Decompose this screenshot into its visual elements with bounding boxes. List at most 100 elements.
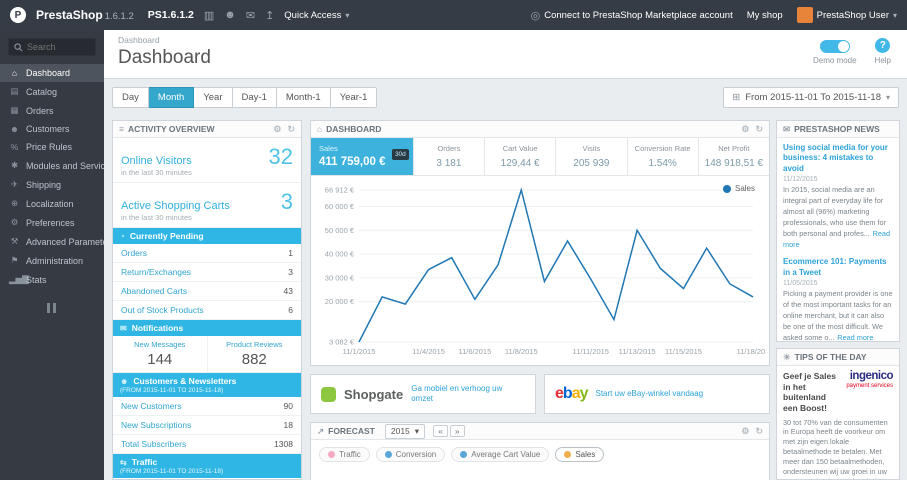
kpi-net-profit[interactable]: Net Profit 148 918,51 € (699, 138, 769, 175)
sidebar-item-advanced-parameters[interactable]: ⚒ Advanced Parameters (0, 232, 104, 251)
row-link[interactable]: New Customers (121, 401, 181, 411)
messages-icon[interactable]: ✉ (246, 9, 255, 22)
ebay-promo-link[interactable]: Start uw eBay-winkel vandaag (596, 389, 704, 399)
marketplace-connect-link[interactable]: ◎ Connect to PrestaShop Marketplace acco… (531, 9, 733, 22)
shop-name[interactable]: PS1.6.1.2 (148, 9, 194, 21)
news-article: Ecommerce 101: Payments in a Tweet 11/05… (777, 252, 899, 341)
marketplace-connect-label: Connect to PrestaShop Marketplace accoun… (544, 9, 733, 21)
sidebar-item-customers[interactable]: ☻ Customers (0, 120, 104, 138)
article-title-link[interactable]: Ecommerce 101: Payments in a Tweet (783, 257, 893, 278)
sidebar-item-label: Shipping (26, 179, 62, 190)
sidebar-item-localization[interactable]: ⊕ Localization (0, 194, 104, 213)
read-more-link[interactable]: Read more (837, 333, 873, 341)
sidebar-item-shipping[interactable]: ✈ Shipping (0, 175, 104, 194)
refresh-icon[interactable]: ↻ (287, 124, 295, 135)
refresh-icon[interactable]: ↻ (755, 124, 763, 135)
refresh-icon[interactable]: ↻ (755, 426, 763, 437)
gear-icon[interactable]: ⚙ (273, 124, 281, 135)
sidebar-item-catalog[interactable]: ▤ Catalog (0, 82, 104, 101)
customer-icon[interactable]: ☻ (224, 9, 236, 21)
range-day-button[interactable]: Day (112, 86, 149, 108)
collapse-sidebar-icon[interactable] (46, 303, 58, 313)
range-day-1-button[interactable]: Day-1 (232, 86, 277, 108)
kpi-visits[interactable]: Visits 205 939 (556, 138, 628, 175)
sidebar-item-preferences[interactable]: ⚙ Preferences (0, 213, 104, 232)
legend-sales-button[interactable]: Sales (555, 447, 605, 462)
row-link[interactable]: Abandoned Carts (121, 286, 187, 296)
svg-text:11/8/2015: 11/8/2015 (505, 347, 538, 356)
svg-text:11/4/2015: 11/4/2015 (412, 347, 445, 356)
active-carts-link[interactable]: Active Shopping Carts (121, 200, 230, 212)
sidebar-item-dashboard[interactable]: ⌂ Dashboard (0, 64, 104, 82)
sidebar-item-price-rules[interactable]: % Price Rules (0, 138, 104, 156)
article-title-link[interactable]: Using social media for your business: 4 … (783, 143, 893, 174)
kpi-sales[interactable]: Sales 411 759,00 € 30d (311, 138, 414, 175)
new-messages-cell[interactable]: New Messages 144 (113, 336, 207, 372)
cart-icon[interactable]: ▥ (204, 9, 214, 22)
gear-icon[interactable]: ⚙ (741, 426, 749, 437)
breadcrumb[interactable]: Dashboard (118, 35, 160, 45)
shipping-icon: ✈ (10, 179, 19, 189)
demo-mode-label: Demo mode (812, 56, 857, 65)
forecast-year-select[interactable]: 2015 ▾ (384, 423, 426, 439)
legend-average-cart-value-button[interactable]: Average Cart Value (451, 447, 550, 462)
shopgate-promo-link[interactable]: Ga mobiel en verhoog uw omzet (411, 384, 525, 403)
chart-legend[interactable]: Sales (722, 184, 755, 193)
news-article: Using social media for your business: 4 … (777, 138, 899, 252)
range-year-button[interactable]: Year (194, 86, 233, 108)
calendar-icon: ⊞ (732, 91, 741, 103)
next-year-button[interactable]: » (449, 425, 465, 437)
product-reviews-cell[interactable]: Product Reviews 882 (206, 336, 302, 372)
home-icon: ⌂ (317, 124, 323, 134)
legend-conversion-button[interactable]: Conversion (375, 447, 446, 462)
row-link[interactable]: New Subscriptions (121, 420, 191, 430)
sidebar-item-label: Modules and Services (26, 160, 104, 171)
prestashop-news-panel: ✉ PRESTASHOP NEWS Using social media for… (776, 120, 900, 342)
search-icon (14, 42, 23, 51)
sidebar-item-orders[interactable]: ▦ Orders (0, 101, 104, 120)
row-link[interactable]: Total Subscribers (121, 439, 186, 449)
row-link[interactable]: Return/Exchanges (121, 267, 191, 277)
app-logo[interactable]: PrestaShop 1.6.1.2 (36, 8, 134, 22)
online-visitors-link[interactable]: Online Visitors (121, 155, 192, 167)
row-link[interactable]: Out of Stock Products (121, 305, 204, 315)
kpi-conversion-rate[interactable]: Conversion Rate 1.54% (628, 138, 699, 175)
notifications-grid: New Messages 144 Product Reviews 882 (113, 336, 301, 373)
previous-year-button[interactable]: « (433, 425, 448, 437)
sidebar-search[interactable] (8, 38, 96, 56)
svg-text:50 000 €: 50 000 € (325, 226, 355, 235)
my-shop-link[interactable]: My shop (747, 10, 783, 21)
traffic-header: ⇆ Traffic (FROM 2015-11-01 TO 2015-11-18… (113, 454, 301, 478)
gear-icon[interactable]: ⚙ (741, 124, 749, 135)
help-icon[interactable]: ? (875, 38, 891, 53)
sidebar-item-label: Advanced Parameters (26, 236, 104, 247)
app-logo-text: PrestaShop (36, 8, 103, 22)
row-link[interactable]: Orders (121, 248, 147, 258)
date-range-picker[interactable]: ⊞ From 2015-11-01 To 2015-11-18 ▾ (723, 86, 899, 108)
ebay-promo[interactable]: ebay Start uw eBay-winkel vandaag (544, 374, 770, 414)
stats-icon[interactable]: ↥ (265, 9, 274, 22)
sidebar-item-administration[interactable]: ⚑ Administration (0, 251, 104, 270)
kpi-value: 3 181 (436, 158, 462, 169)
svg-text:66 912 €: 66 912 € (325, 186, 355, 195)
sidebar-item-modules[interactable]: ✱ Modules and Services (0, 156, 104, 175)
quick-access-menu[interactable]: Quick Access ▾ (284, 10, 349, 21)
out-of-stock-row: Out of Stock Products 6 (113, 301, 301, 320)
legend-traffic-button[interactable]: Traffic (319, 447, 370, 462)
kpi-label: Orders (437, 144, 461, 153)
shopgate-promo[interactable]: Shopgate Ga mobiel en verhoog uw omzet (310, 374, 536, 414)
range-year-1-button[interactable]: Year-1 (330, 86, 378, 108)
kpi-orders[interactable]: Orders 3 181 (414, 138, 486, 175)
cell-value: 882 (241, 351, 267, 368)
demo-mode-toggle[interactable] (819, 40, 850, 53)
shopgate-logo-text: Shopgate (344, 386, 404, 402)
new-subscriptions-row: New Subscriptions 18 (113, 416, 301, 435)
sidebar-item-stats[interactable]: ▂▅▇ Stats (0, 270, 104, 289)
kpi-cart-value[interactable]: Cart Value 129,44 € (485, 138, 557, 175)
svg-text:60 000 €: 60 000 € (325, 202, 355, 211)
chevron-down-icon: ▾ (345, 10, 350, 20)
search-input[interactable] (27, 42, 89, 52)
range-month-button[interactable]: Month (148, 86, 195, 108)
range-month-1-button[interactable]: Month-1 (276, 86, 331, 108)
user-menu[interactable]: PrestaShop User ▾ (796, 7, 897, 23)
